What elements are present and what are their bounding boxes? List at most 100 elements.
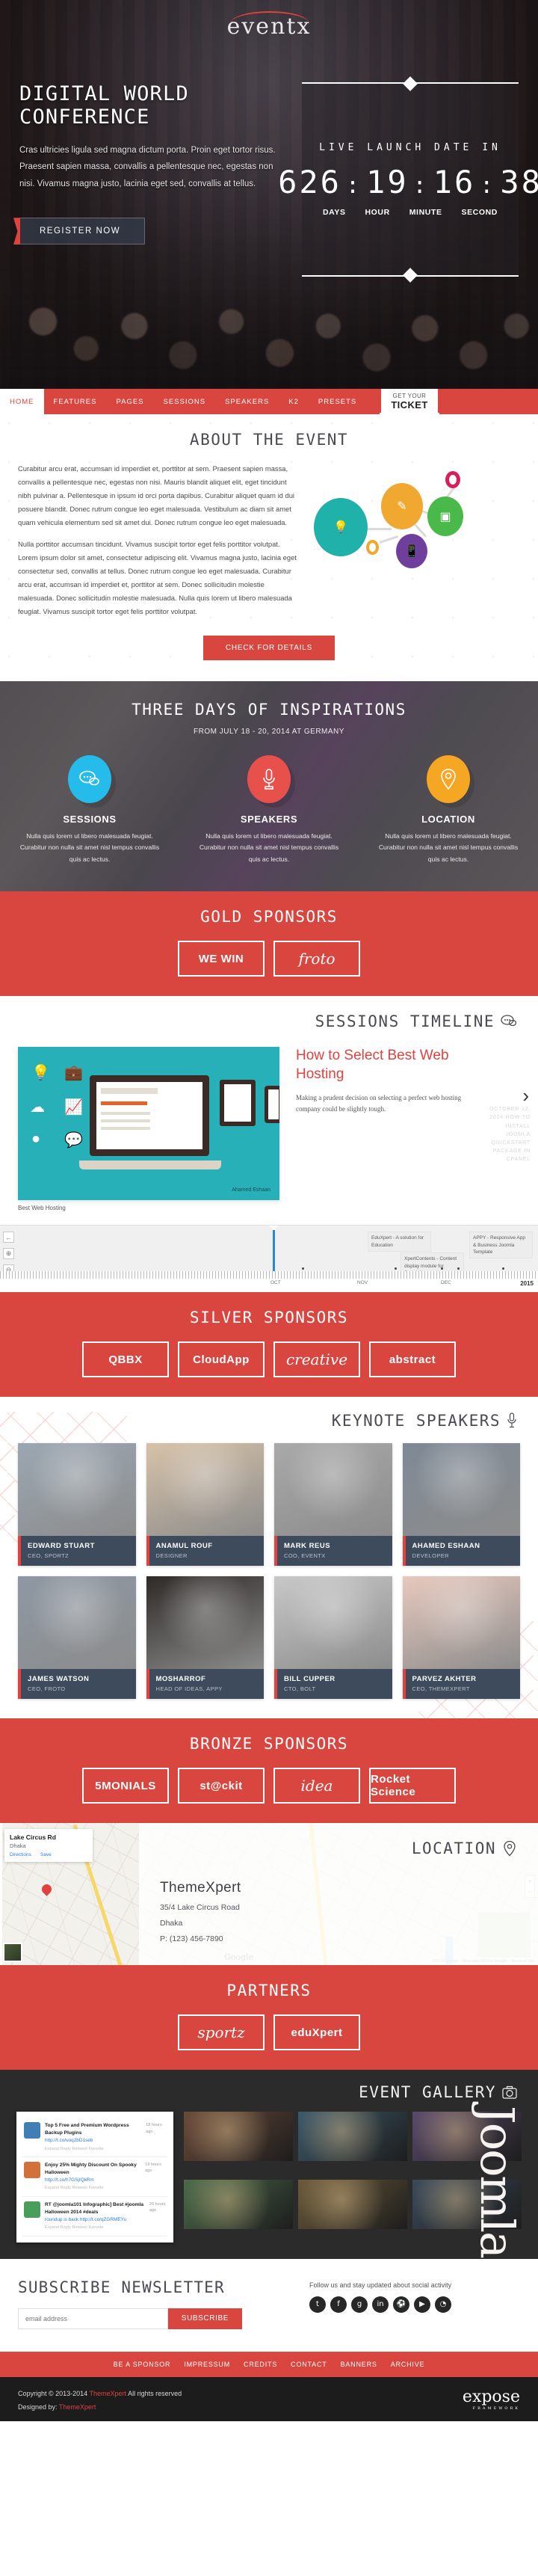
speaker-card[interactable]: JAMES WATSON CEO, FROTO bbox=[18, 1576, 136, 1700]
map-pin-icon bbox=[427, 754, 470, 803]
sponsor-logo-label: WE WIN bbox=[198, 952, 244, 965]
inspiration-card: LOCATION Nulla quis lorem ut libero males… bbox=[359, 754, 538, 867]
speaker-card[interactable]: ANAMUL ROUF DESIGNER bbox=[146, 1443, 264, 1567]
sponsor-logo[interactable]: CloudApp bbox=[178, 1341, 265, 1378]
timeline-tool-icon[interactable]: ← bbox=[3, 1232, 14, 1244]
copyright-link[interactable]: ThemeXpert bbox=[90, 2390, 127, 2397]
register-now-button[interactable]: REGISTER NOW bbox=[19, 218, 146, 245]
google-plus-icon[interactable]: g bbox=[351, 2296, 368, 2313]
newsletter-email-input[interactable] bbox=[18, 2308, 168, 2329]
tweet-link[interactable]: roundup is back http://t.co/qZGRMEYu bbox=[45, 2216, 166, 2224]
tweet-time: 20 hours ago bbox=[149, 2201, 166, 2213]
sponsor-logo[interactable]: idea bbox=[273, 1768, 360, 1804]
session-title[interactable]: How to Select Best Web Hosting bbox=[296, 1047, 466, 1083]
gallery-photo[interactable] bbox=[298, 2112, 407, 2162]
map-directions-link[interactable]: Directions bbox=[10, 1852, 31, 1857]
framework-name: expose bbox=[462, 2387, 520, 2406]
sponsor-logo[interactable]: creative bbox=[273, 1341, 360, 1378]
nav-item-speakers[interactable]: SPEAKERS bbox=[215, 389, 279, 414]
speaker-role: COO, EVENTX bbox=[284, 1552, 326, 1560]
tweet-item[interactable]: Enjoy 25% Mighty Discount On Spooky Hall… bbox=[22, 2157, 167, 2197]
timeline-event-card[interactable]: APPY - Responsive App & Business Joomla … bbox=[469, 1232, 533, 1259]
footer-link-archive[interactable]: ARCHIVE bbox=[391, 2361, 425, 2368]
newsletter-subscribe-button[interactable]: SUBSCRIBE bbox=[167, 2308, 242, 2329]
nav-item-home[interactable]: HOME bbox=[0, 389, 44, 414]
timeline-tool-icon[interactable]: ⊕ bbox=[3, 1248, 14, 1260]
sponsor-logo[interactable]: st@ckit bbox=[178, 1768, 265, 1804]
footer-link-be-a-sponsor[interactable]: BE A SPONSOR bbox=[114, 2361, 171, 2368]
speaker-card[interactable]: MARK REUS COO, EVENTX bbox=[274, 1443, 392, 1567]
tweet-link[interactable]: http://t.co/h7GSjIQkRm bbox=[45, 2177, 166, 2184]
sponsor-logo[interactable]: sportz bbox=[178, 2014, 265, 2051]
nav-item-k2[interactable]: K2 bbox=[279, 389, 309, 414]
speaker-card[interactable]: MOSHARROF HEAD OF IDEAS, APPY bbox=[146, 1576, 264, 1700]
page-root: eventx DIGITAL WORLD CONFERENCE Cras ult… bbox=[0, 0, 538, 2421]
timeline-event-card[interactable]: EduXpert - A solution for Education bbox=[368, 1232, 431, 1252]
gallery-photo[interactable] bbox=[412, 2112, 522, 2162]
rss-icon[interactable]: ◔ bbox=[435, 2296, 451, 2313]
tweet-item[interactable]: RT @joomla101 Infographic] Best #joomla … bbox=[22, 2197, 167, 2237]
footer-link-impressum[interactable]: IMPRESSUM bbox=[184, 2361, 230, 2368]
sponsor-logo[interactable]: Rocket Science bbox=[369, 1768, 456, 1804]
timeline-axis: OCT NOV DEC 2015 bbox=[0, 1279, 538, 1293]
nav-item-presets[interactable]: PRESETS bbox=[309, 389, 366, 414]
timeline-month-label: OCT bbox=[270, 1280, 281, 1286]
tweet-actions[interactable]: Expand Reply Retweet Favorite bbox=[45, 2225, 166, 2231]
sponsor-logo[interactable]: WE WIN bbox=[178, 941, 265, 977]
speaker-card[interactable]: PARVEZ AKHTER CEO, THEMEXPERT bbox=[402, 1576, 520, 1700]
speaker-name: PARVEZ AKHTER bbox=[412, 1675, 477, 1684]
gallery-photo[interactable] bbox=[298, 2179, 407, 2229]
about-text: Curabitur arcu erat, accumsan id imperdi… bbox=[18, 462, 299, 619]
sponsor-logo[interactable]: eduXpert bbox=[273, 2014, 360, 2051]
footer-menu: BE A SPONSOR IMPRESSUM CREDITS CONTACT BANNE… bbox=[0, 2351, 538, 2377]
get-ticket-badge[interactable]: GET YOUR TICKET bbox=[380, 389, 439, 428]
about-network-graphic: 💡 ✎ ▣ 📱 bbox=[299, 462, 520, 597]
gallery-photo[interactable] bbox=[184, 2179, 293, 2229]
next-session-arrow-icon[interactable]: › bbox=[522, 1084, 529, 1107]
dribbble-icon[interactable]: ⚽ bbox=[393, 2296, 409, 2313]
sponsor-logo[interactable]: QBBX bbox=[82, 1341, 169, 1378]
linkedin-icon[interactable]: in bbox=[372, 2296, 389, 2313]
footer-link-banners[interactable]: BANNERS bbox=[341, 2361, 377, 2368]
youtube-icon[interactable]: ▶ bbox=[414, 2296, 430, 2313]
speaker-role: CEO, THEMEXPERT bbox=[412, 1685, 470, 1693]
speaker-card[interactable]: AHAMED ESHAAN DEVELOPER bbox=[402, 1443, 520, 1567]
tweet-actions[interactable]: Expand Reply Retweet Favorite bbox=[45, 2185, 166, 2191]
sponsor-logo[interactable]: abstract bbox=[369, 1341, 456, 1378]
speaker-photo bbox=[402, 1443, 520, 1537]
map-street-view-thumbnail[interactable] bbox=[3, 1943, 22, 1963]
speaker-card[interactable]: BILL CUPPER CTO, BOLT bbox=[274, 1576, 392, 1700]
twitter-icon[interactable]: t bbox=[309, 2296, 326, 2313]
site-logo[interactable]: eventx bbox=[0, 11, 538, 40]
check-for-details-button[interactable]: CHECK FOR DETAILS bbox=[202, 635, 336, 660]
tweet-text: Top 5 Free and Premium Wordpress Backup … bbox=[45, 2123, 129, 2136]
speaker-card[interactable]: EDWARD STUART CEO, SPORTZ bbox=[18, 1443, 136, 1567]
nav-item-features[interactable]: FEATURES bbox=[44, 389, 107, 414]
nav-item-sessions[interactable]: SESSIONS bbox=[154, 389, 216, 414]
session-excerpt: Making a prudent decision on selecting a… bbox=[296, 1093, 462, 1113]
tweet-actions[interactable]: Expand Reply Retweet Favorite bbox=[45, 2146, 166, 2152]
chat-bubble-icon bbox=[501, 1015, 517, 1027]
timeline-playhead[interactable] bbox=[269, 1226, 278, 1276]
timeline-tools: ← ⊕ ⊖ bbox=[3, 1232, 14, 1276]
nav-item-pages[interactable]: PAGES bbox=[106, 389, 153, 414]
tweet-time: 19 hours ago bbox=[145, 2162, 161, 2174]
designed-link[interactable]: ThemeXpert bbox=[59, 2403, 96, 2411]
tweet-item[interactable]: Top 5 Free and Premium Wordpress Backup … bbox=[22, 2118, 167, 2157]
gallery-photo[interactable] bbox=[184, 2112, 293, 2162]
mobile-icon: 📱 bbox=[396, 534, 427, 568]
sponsor-logo[interactable]: froto bbox=[273, 941, 360, 977]
session-featured-image[interactable]: 💡 💼 ☁ 📈 ● 💬 Ahamed Eshaan bbox=[18, 1047, 279, 1201]
map-save-link[interactable]: Save bbox=[40, 1852, 52, 1857]
gallery-photo[interactable] bbox=[412, 2179, 522, 2229]
sponsor-logo[interactable]: 5MONIALS bbox=[82, 1768, 169, 1804]
countdown-second: 38 bbox=[500, 164, 538, 200]
footer-link-credits[interactable]: CREDITS bbox=[244, 2361, 277, 2368]
facebook-icon[interactable]: f bbox=[330, 2296, 347, 2313]
timeline-strip[interactable]: ← ⊕ ⊖ EduXpert - A solution for Education A… bbox=[0, 1225, 538, 1293]
inspiration-card: SPEAKERS Nulla quis lorem ut libero males… bbox=[179, 754, 359, 867]
footer-link-contact[interactable]: CONTACT bbox=[291, 2361, 327, 2368]
tweet-link[interactable]: http://t.co/uoq2bD1seb bbox=[45, 2137, 166, 2145]
speaker-photo bbox=[146, 1576, 264, 1670]
map-place-card[interactable]: Lake Circus Rd Dhaka Directions Save bbox=[4, 1829, 93, 1863]
